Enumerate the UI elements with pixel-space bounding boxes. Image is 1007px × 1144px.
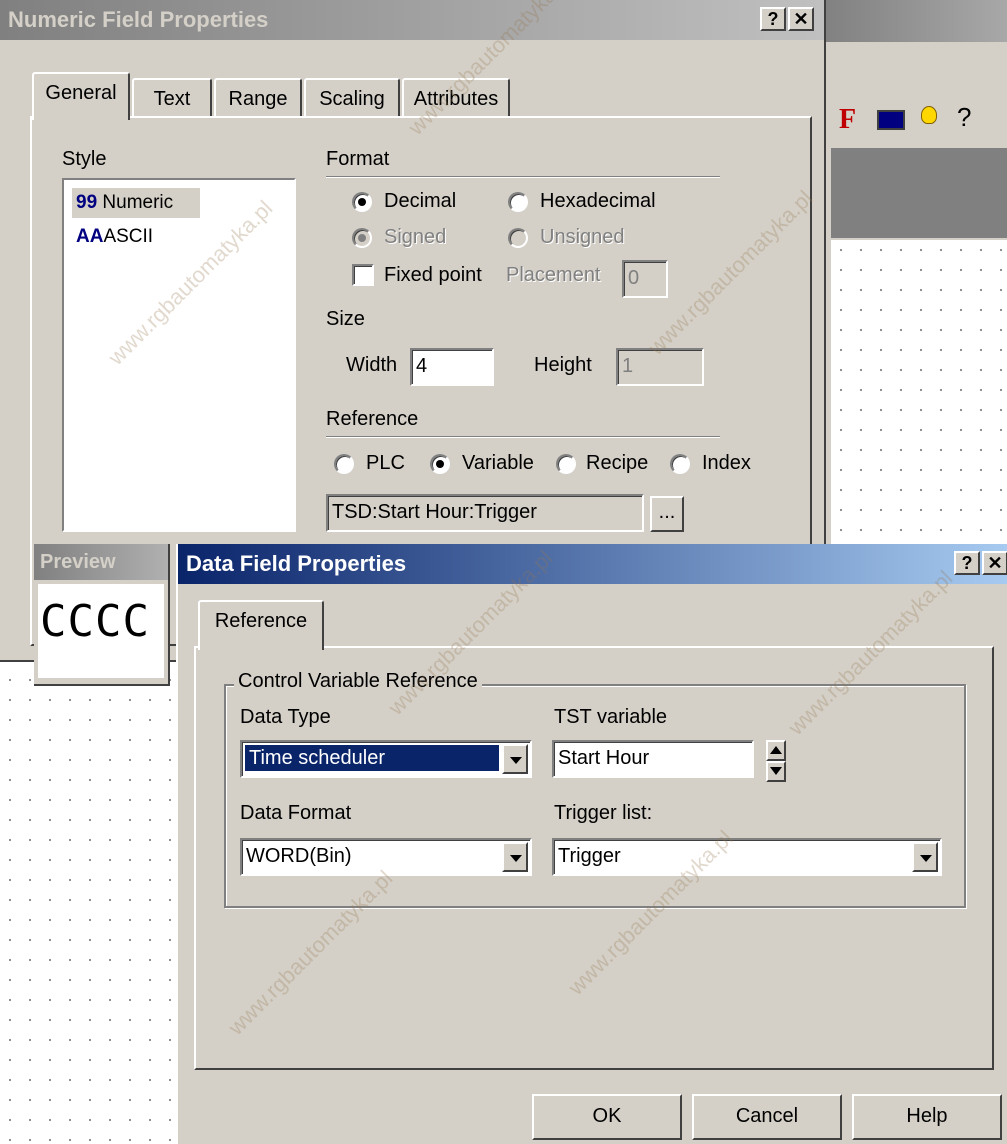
hexadecimal-label: Hexadecimal <box>540 190 656 212</box>
preview-title: Preview <box>40 551 116 573</box>
ascii-item-label: ASCII <box>103 226 154 247</box>
style-item-numeric[interactable]: 99 Numeric <box>72 188 200 218</box>
numeric-dialog-titlebar: Numeric Field Properties ? ✕ <box>0 0 824 40</box>
data-format-value: WORD(Bin) <box>246 845 352 867</box>
reference-separator <box>326 436 720 438</box>
plc-radio[interactable] <box>334 454 354 474</box>
data-dialog-titlebar: Data Field Properties ? ✕ <box>178 544 1007 584</box>
data-field-properties-dialog: Data Field Properties ? ✕ Reference Cont… <box>176 544 1007 1144</box>
font-f-icon[interactable]: F <box>839 104 856 136</box>
height-label: Height <box>534 354 592 376</box>
ok-button[interactable]: OK <box>532 1094 682 1140</box>
tab-attributes[interactable]: Attributes <box>402 78 510 118</box>
tab-scaling[interactable]: Scaling <box>304 78 400 118</box>
close-icon[interactable]: ✕ <box>788 7 814 31</box>
bulb-icon[interactable] <box>921 106 937 124</box>
placement-label: Placement <box>506 264 601 286</box>
preview-panel: Preview CCCC <box>34 544 170 686</box>
preview-titlebar: Preview <box>34 544 168 580</box>
signed-label: Signed <box>384 226 447 248</box>
fixed-point-checkbox[interactable] <box>352 264 374 286</box>
trigger-list-label: Trigger list: <box>554 802 653 824</box>
toolbar: F ? <box>821 100 1007 144</box>
close-icon[interactable]: ✕ <box>982 551 1007 575</box>
width-label: Width <box>346 354 398 376</box>
style-label: Style <box>62 148 107 170</box>
index-label: Index <box>702 452 751 474</box>
recipe-label: Recipe <box>586 452 649 474</box>
data-type-value: Time scheduler <box>245 745 499 771</box>
plc-label: PLC <box>366 452 405 474</box>
format-separator <box>326 176 720 178</box>
ascii-prefix: AA <box>76 226 104 247</box>
variable-radio[interactable] <box>430 454 450 474</box>
numeric-item-label: Numeric <box>102 192 174 213</box>
tab-range[interactable]: Range <box>214 78 302 118</box>
chevron-down-icon[interactable] <box>912 842 938 872</box>
reference-label: Reference <box>326 408 419 430</box>
reference-field[interactable]: TSD:Start Hour:Trigger <box>326 494 644 532</box>
help-button[interactable]: ? <box>954 551 980 575</box>
chevron-down-icon[interactable] <box>502 842 528 872</box>
data-format-label: Data Format <box>240 802 352 824</box>
help-dialog-button[interactable]: Help <box>852 1094 1002 1140</box>
style-listbox[interactable]: 99 Numeric AAASCII <box>62 178 296 532</box>
trigger-list-dropdown[interactable]: Trigger <box>552 838 942 876</box>
tst-variable-field[interactable]: Start Hour <box>552 740 754 778</box>
style-item-ascii[interactable]: AAASCII <box>72 222 153 252</box>
placement-field[interactable]: 0 <box>622 260 668 298</box>
browse-button[interactable]: ... <box>650 496 684 532</box>
data-dialog-title: Data Field Properties <box>186 551 407 576</box>
data-type-dropdown[interactable]: Time scheduler <box>240 740 532 778</box>
numeric-dialog-title: Numeric Field Properties <box>8 7 269 32</box>
unsigned-label: Unsigned <box>540 226 625 248</box>
variable-label: Variable <box>462 452 534 474</box>
trigger-list-value: Trigger <box>558 845 621 867</box>
cancel-button[interactable]: Cancel <box>692 1094 842 1140</box>
index-radio[interactable] <box>670 454 690 474</box>
tst-variable-label: TST variable <box>554 706 668 728</box>
decimal-radio[interactable] <box>352 192 372 212</box>
signed-radio[interactable] <box>352 228 372 248</box>
tab-general[interactable]: General <box>32 72 130 120</box>
hexadecimal-radio[interactable] <box>508 192 528 212</box>
design-canvas <box>0 650 180 1144</box>
data-format-dropdown[interactable]: WORD(Bin) <box>240 838 532 876</box>
size-label: Size <box>326 308 365 330</box>
background-header-band <box>831 148 1007 238</box>
group-label: Control Variable Reference <box>234 670 482 693</box>
tab-reference[interactable]: Reference <box>198 600 324 650</box>
numeric-prefix: 99 <box>76 192 98 213</box>
spin-down-icon[interactable] <box>766 761 786 782</box>
help-pointer-icon[interactable]: ? <box>957 102 971 133</box>
tst-spinner[interactable] <box>766 740 786 782</box>
preview-text: CCCC <box>40 596 150 647</box>
unsigned-radio[interactable] <box>508 228 528 248</box>
background-titlebar <box>821 0 1007 42</box>
width-field[interactable]: 4 <box>410 348 494 386</box>
spin-up-icon[interactable] <box>766 740 786 761</box>
format-label: Format <box>326 148 390 170</box>
recipe-radio[interactable] <box>556 454 576 474</box>
fixed-point-label: Fixed point <box>384 264 482 286</box>
data-type-label: Data Type <box>240 706 331 728</box>
decimal-label: Decimal <box>384 190 457 212</box>
chevron-down-icon[interactable] <box>502 744 528 774</box>
height-field[interactable]: 1 <box>616 348 704 386</box>
tab-text[interactable]: Text <box>132 78 212 118</box>
display-icon[interactable] <box>877 110 905 130</box>
help-button[interactable]: ? <box>760 7 786 31</box>
preview-box: CCCC <box>38 584 164 678</box>
